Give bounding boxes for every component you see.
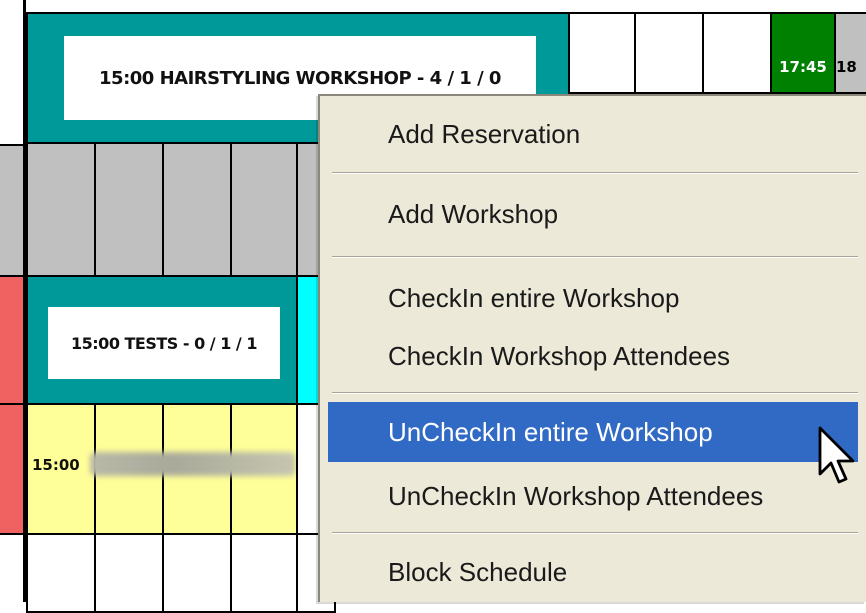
menu-separator — [332, 256, 858, 258]
redacted-client-name — [90, 452, 296, 476]
row-header-cell — [0, 0, 26, 144]
time-chip: 17:45 — [772, 14, 834, 92]
grid-cell[interactable] — [162, 142, 232, 277]
row-header-cell — [0, 403, 26, 533]
grid-cell[interactable] — [94, 142, 164, 277]
menu-separator — [332, 172, 858, 174]
time-slot-cell[interactable] — [634, 12, 704, 94]
row-header-cell — [0, 275, 26, 403]
menu-item-uncheckin-workshop-attendees[interactable]: UnCheckIn Workshop Attendees — [328, 466, 858, 526]
menu-item-checkin-entire-workshop[interactable]: CheckIn entire Workshop — [328, 268, 858, 328]
time-slot-cell[interactable] — [702, 12, 772, 94]
grid-cell[interactable] — [26, 142, 96, 277]
row-header-cell — [0, 533, 26, 602]
menu-separator — [332, 392, 858, 394]
menu-item-add-reservation[interactable]: Add Reservation — [328, 104, 858, 164]
menu-item-checkin-workshop-attendees[interactable]: CheckIn Workshop Attendees — [328, 326, 858, 386]
menu-item-uncheckin-entire-workshop[interactable]: UnCheckIn entire Workshop — [328, 402, 858, 462]
mouse-cursor-icon — [818, 426, 855, 484]
menu-item-block-schedule[interactable]: Block Schedule — [328, 542, 858, 602]
time-slot-cell[interactable] — [568, 12, 636, 94]
grid-cell[interactable] — [162, 533, 232, 613]
menu-item-add-workshop[interactable]: Add Workshop — [328, 184, 858, 244]
workshop-block[interactable]: 15:00 TESTS - 0 / 1 / 1 — [26, 275, 298, 405]
workshop-label: 15:00 TESTS - 0 / 1 / 1 — [48, 307, 280, 379]
grid-cell[interactable] — [230, 142, 298, 277]
time-chip: 18 — [836, 58, 857, 76]
grid-cell[interactable] — [26, 533, 96, 613]
context-menu: Add Reservation Add Workshop CheckIn ent… — [318, 94, 866, 602]
menu-separator — [332, 532, 858, 534]
row-header-cell — [0, 144, 26, 275]
grid-cell[interactable] — [94, 533, 164, 613]
appointment-time: 15:00 — [32, 456, 80, 474]
grid-cell[interactable] — [230, 533, 298, 613]
